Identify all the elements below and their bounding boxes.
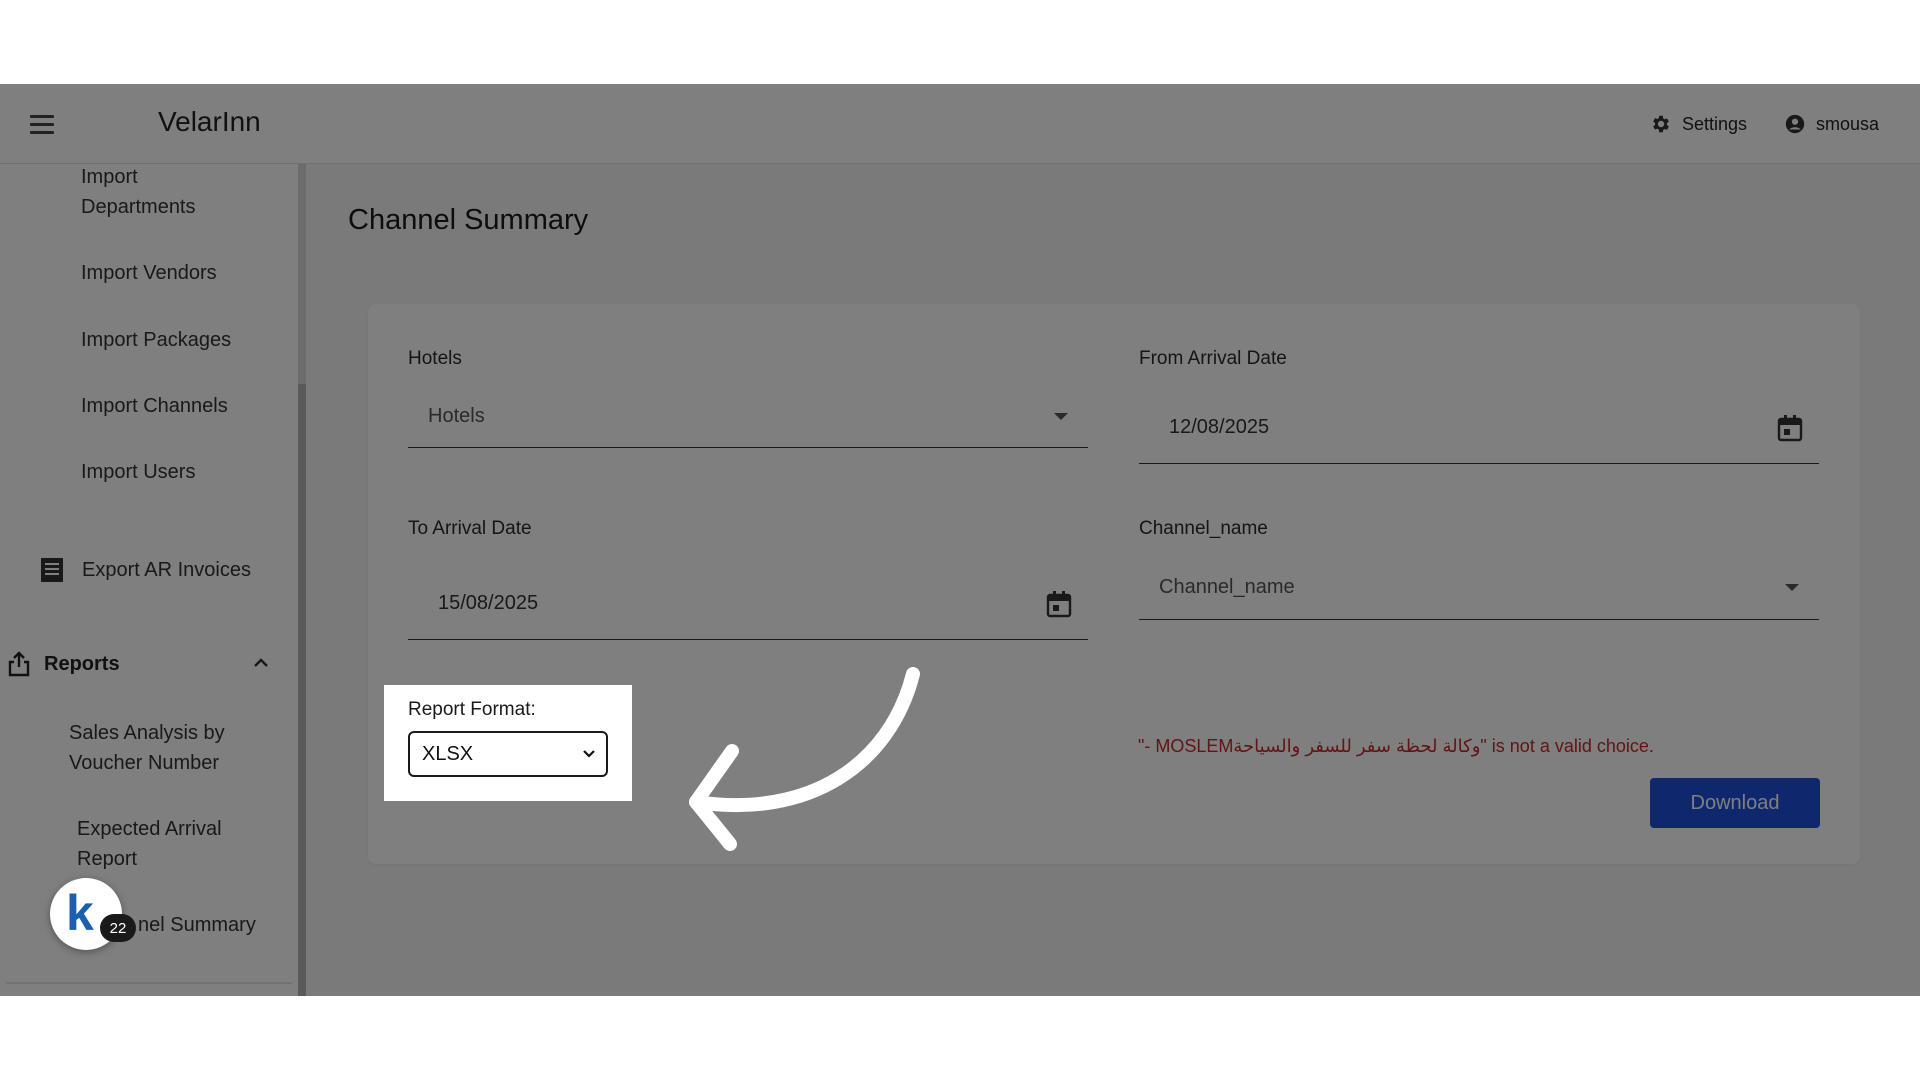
to-date-value: 15/08/2025	[438, 592, 539, 614]
channel-name-placeholder: Channel_name	[1159, 576, 1295, 598]
sidebar-item-label: Export AR Invoices	[82, 559, 251, 581]
top-header: VelarInn Settings smousa	[0, 84, 1920, 164]
notification-badge: 22	[100, 914, 136, 942]
sidebar-item-label: Expected Arrival	[77, 818, 222, 840]
hotels-select[interactable]: Hotels	[408, 386, 1088, 448]
report-format-select[interactable]: XLSX	[408, 731, 608, 777]
sidebar-item-sales-analysis[interactable]: Sales Analysis by Voucher Number	[69, 718, 225, 778]
receipt-icon	[41, 558, 63, 582]
channel-error-message: "- MOSLEMوكالة لحظة سفر للسفر والسياحة" …	[1138, 736, 1654, 756]
caret-down-icon	[1054, 413, 1068, 420]
sidebar-section-label: Reports	[44, 652, 120, 675]
report-format-highlight: Report Format: XLSX	[384, 685, 632, 801]
settings-label: Settings	[1682, 113, 1748, 134]
from-date-value: 12/08/2025	[1169, 416, 1270, 438]
sidebar-item-label: Departments	[81, 196, 196, 218]
settings-button[interactable]: Settings	[1650, 110, 1747, 138]
sidebar-item-expected-arrival[interactable]: Expected Arrival Report	[77, 814, 222, 874]
caret-down-icon	[1785, 584, 1799, 591]
app-screen: VelarInn Settings smousa Import Departme…	[0, 84, 1920, 996]
sidebar-item-import-departments[interactable]: Import Departments	[81, 162, 196, 222]
sidebar-item-label: Import	[81, 166, 138, 188]
page-title: Channel Summary	[348, 204, 589, 236]
sidebar-item-channel-summary[interactable]: nel Summary	[138, 910, 256, 940]
from-date-input[interactable]: 12/08/2025	[1139, 392, 1819, 464]
sidebar-section-reports[interactable]: Reports	[0, 634, 296, 694]
sidebar-item-label: Sales Analysis by	[69, 722, 225, 744]
gear-icon	[1653, 115, 1669, 133]
download-button[interactable]: Download	[1650, 778, 1820, 828]
user-name: smousa	[1816, 113, 1880, 134]
report-format-label: Report Format:	[408, 699, 536, 720]
hotels-placeholder: Hotels	[428, 405, 485, 427]
share-upload-icon	[8, 651, 30, 677]
chevron-up-icon[interactable]	[252, 654, 270, 672]
user-menu-button[interactable]: smousa	[1784, 110, 1879, 138]
hotels-label: Hotels	[408, 348, 462, 369]
sidebar-item-import-users[interactable]: Import Users	[81, 457, 195, 487]
sidebar-item-label: Voucher Number	[69, 752, 220, 774]
hamburger-menu-icon[interactable]	[30, 109, 60, 139]
app-title: VelarInn	[158, 106, 261, 137]
report-format-value: XLSX	[422, 742, 474, 765]
to-date-label: To Arrival Date	[408, 518, 532, 539]
sidebar-item-import-packages[interactable]: Import Packages	[81, 325, 231, 355]
sidebar-divider	[6, 982, 292, 984]
channel-name-label: Channel_name	[1139, 518, 1268, 539]
sidebar-item-label: Report	[77, 848, 138, 870]
avatar-letter: k	[66, 885, 94, 941]
calendar-icon[interactable]	[1777, 414, 1803, 442]
calendar-icon[interactable]	[1046, 590, 1072, 618]
sidebar-item-import-channels[interactable]: Import Channels	[81, 391, 228, 421]
sidebar-item-export-ar-invoices[interactable]: Export AR Invoices	[40, 555, 251, 585]
to-date-input[interactable]: 15/08/2025	[408, 568, 1088, 640]
from-date-label: From Arrival Date	[1139, 348, 1287, 369]
account-circle-icon	[1785, 114, 1805, 134]
sidebar-item-import-vendors[interactable]: Import Vendors	[81, 258, 217, 288]
sidebar-scrollbar-thumb[interactable]	[298, 384, 306, 996]
chevron-down-icon	[583, 750, 595, 758]
channel-name-select[interactable]: Channel_name	[1139, 556, 1819, 620]
